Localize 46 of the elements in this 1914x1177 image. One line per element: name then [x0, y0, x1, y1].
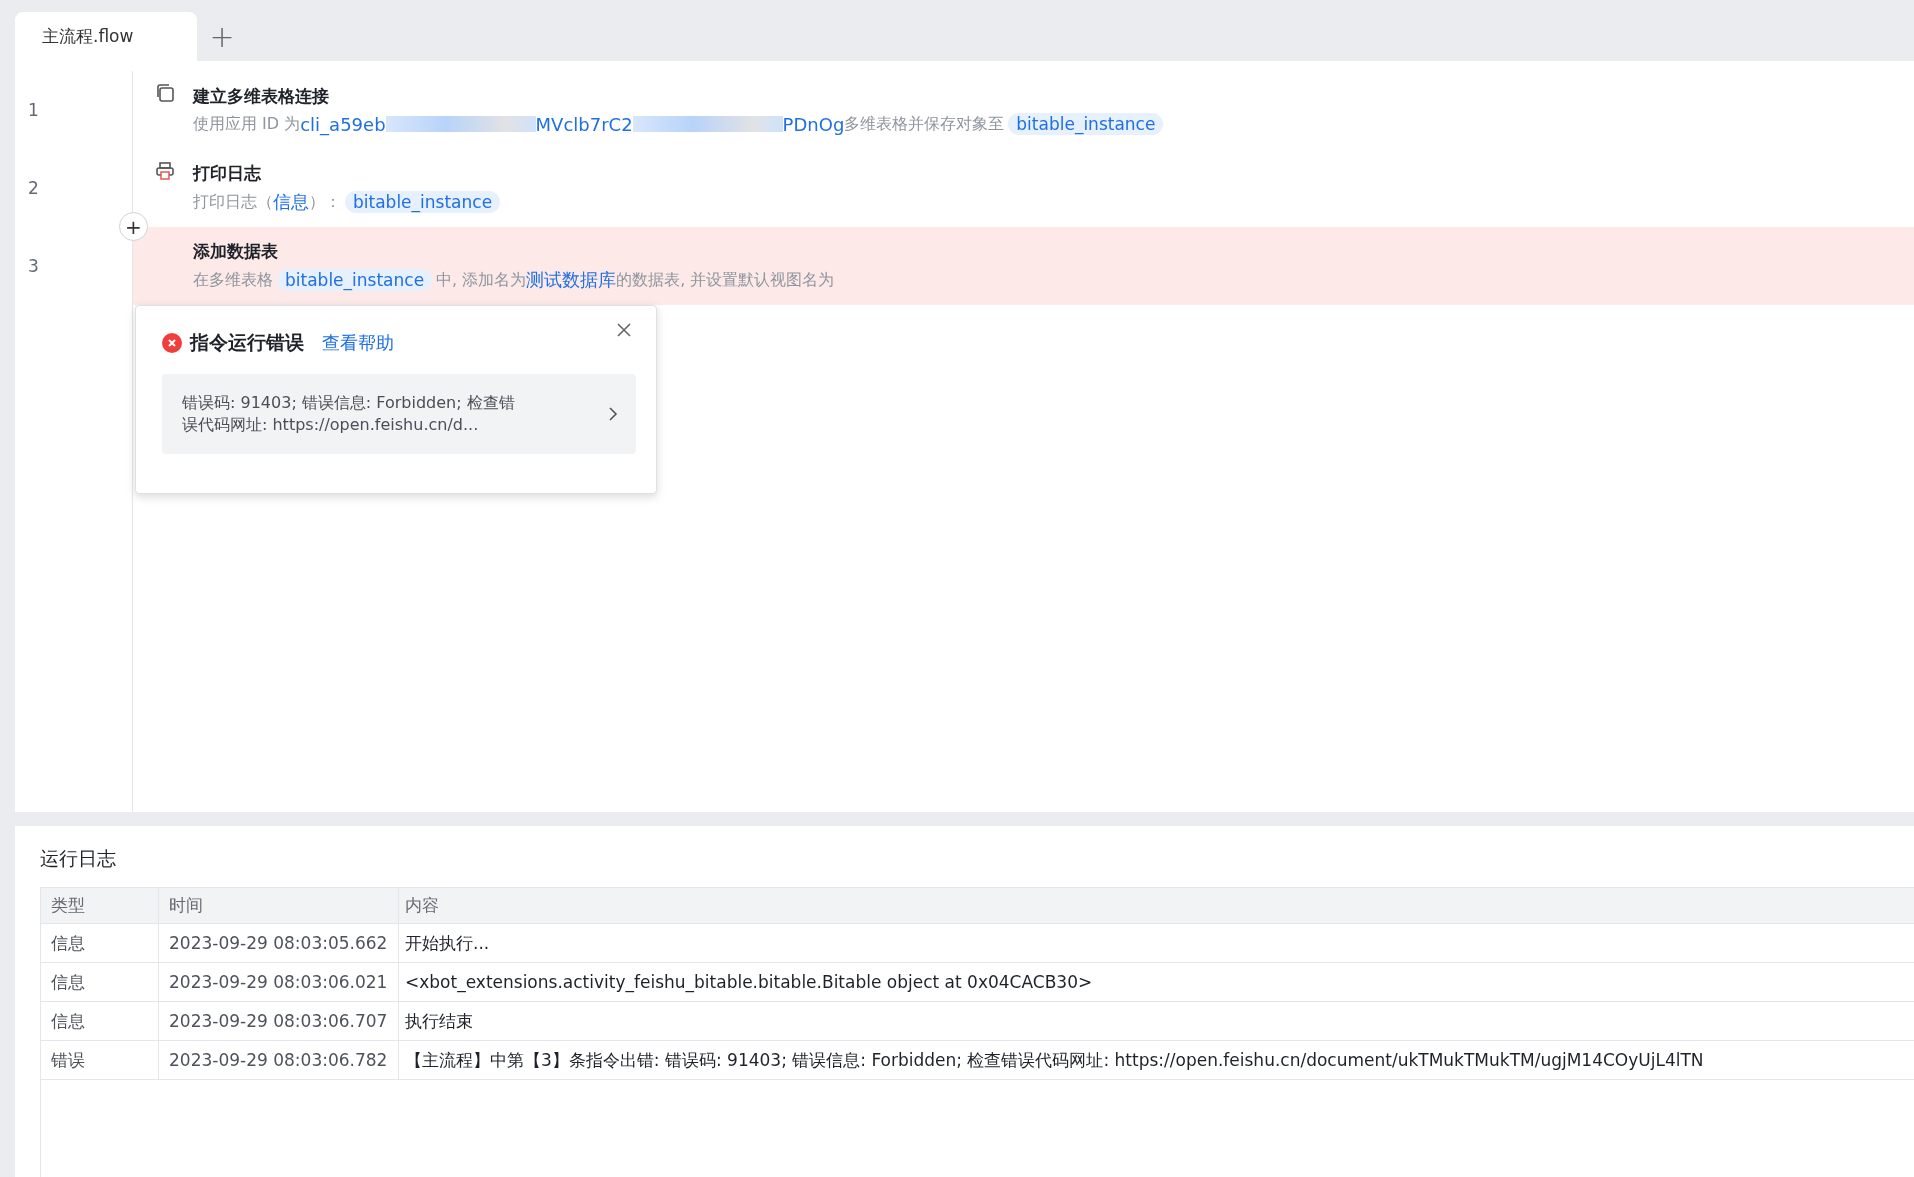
table-cell: 错误	[41, 1041, 159, 1079]
table-cell-text: 【主流程】中第【3】条指令出错: 错误码: 91403; 错误信息: Forbidden; 检查错误代码网址: https://open.feishu.cn/document/ukTMukTMukTM/ugjM14COyUjL4lTN	[404, 1048, 1705, 1072]
step-title: 建立多维表格连接	[193, 85, 330, 108]
step-description: 在多维表格	[193, 269, 273, 291]
step-description: 中, 添加名为	[436, 269, 527, 291]
close-icon[interactable]	[616, 322, 632, 338]
log-panel-title: 运行日志	[40, 846, 117, 871]
parameter-value[interactable]: PDnOg	[782, 113, 845, 135]
step-title: 添加数据表	[193, 240, 279, 263]
table-cell-text: 执行结束	[404, 1009, 474, 1033]
table-cell-text: 开始执行...	[404, 931, 491, 955]
column-header: 时间	[159, 888, 399, 923]
parameter-value[interactable]: cli_a59eb	[300, 113, 386, 135]
step-description: 多维表格并保存对象至	[844, 113, 1005, 135]
step-row[interactable]: 建立多维表格连接 使用应用 ID 为cli_a59eb MVclb7rC2 PDnOg多维表格并保存对象至 bitable_instance	[133, 71, 1914, 149]
table-cell: 信息	[41, 963, 159, 1001]
error-icon	[162, 333, 182, 353]
parameter-value[interactable]: 信息	[273, 190, 309, 214]
printer-icon	[155, 161, 175, 181]
table-cell: 2023-09-29 08:03:06.782	[159, 1041, 399, 1079]
table-cell: 信息	[41, 1002, 159, 1040]
chevron-right-icon	[608, 406, 618, 422]
table-cell: 2023-09-29 08:03:06.707	[159, 1002, 399, 1040]
variable-tag[interactable]: bitable_instance	[1008, 113, 1164, 135]
copy-icon	[155, 83, 175, 103]
variable-tag[interactable]: bitable_instance	[345, 191, 501, 213]
column-header: 类型	[41, 888, 159, 923]
parameter-value[interactable]: 测试数据库	[526, 268, 617, 292]
step-title: 打印日志	[193, 162, 262, 185]
popup-title: 指令运行错误	[190, 330, 304, 355]
table-cell: 2023-09-29 08:03:05.662	[159, 924, 399, 962]
line-number: 1	[15, 71, 133, 149]
column-header: 内容	[404, 894, 440, 917]
step-description: 打印日志（	[193, 191, 273, 213]
file-tab[interactable]: 主流程.flow	[15, 12, 197, 61]
table-cell: 信息	[41, 924, 159, 962]
step-description: 的数据表, 并设置默认视图名为	[616, 269, 835, 291]
variable-tag[interactable]: bitable_instance	[277, 269, 433, 291]
step-description: 使用应用 ID 为	[193, 113, 301, 135]
parameter-value[interactable]: MVclb7rC2	[535, 113, 633, 135]
help-link[interactable]: 查看帮助	[322, 331, 394, 355]
step-description: ）：	[309, 191, 341, 213]
add-tab-button[interactable]: +	[197, 12, 247, 61]
error-message-box[interactable]: 错误码: 91403; 错误信息: Forbidden; 检查错误代码网址: https://open.feishu.cn/d...	[162, 374, 636, 454]
table-cell-text: <xbot_extensions.activity_feishu_bitable.bitable.Bitable object at 0x04CACB30>	[404, 971, 1094, 995]
table-cell: 2023-09-29 08:03:06.021	[159, 963, 399, 1001]
